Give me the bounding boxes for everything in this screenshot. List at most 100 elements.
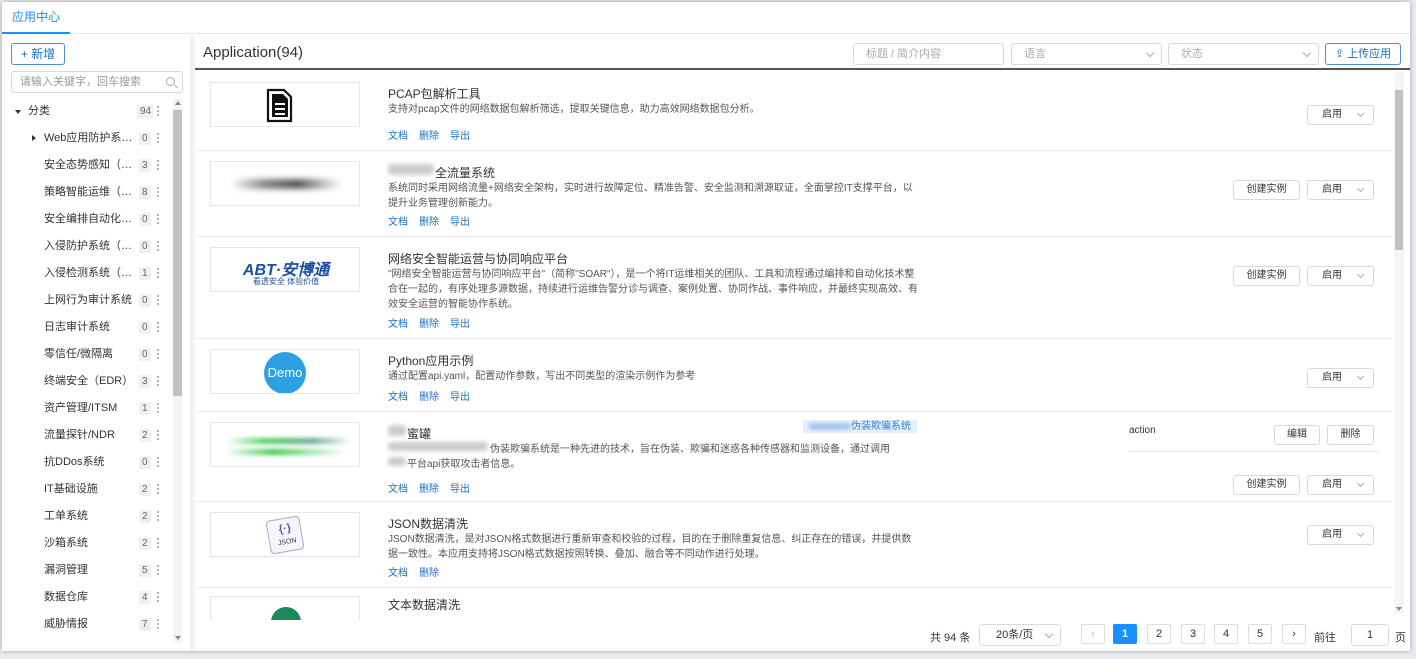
new-category-button[interactable]: + 新增 (11, 43, 65, 65)
export-link[interactable]: 导出 (450, 217, 470, 228)
prev-page-button[interactable]: ‹ (1081, 624, 1105, 644)
more-vertical-icon[interactable] (157, 509, 160, 523)
tree-item[interactable]: 日志审计系统 0 (2, 314, 170, 341)
page-button-2[interactable]: 2 (1147, 624, 1171, 644)
export-link[interactable]: 导出 (450, 131, 470, 142)
delete-button[interactable]: 删除 (1327, 425, 1374, 445)
tree-item[interactable]: 抗DDos系统 0 (2, 449, 170, 476)
export-link[interactable]: 导出 (450, 484, 470, 495)
delete-link[interactable]: 删除 (419, 319, 439, 330)
tree-item[interactable]: 数据仓库 4 (2, 584, 170, 611)
app-name[interactable]: 网络安全智能运营与协同响应平台 (388, 250, 568, 267)
doc-link[interactable]: 文档 (388, 319, 408, 330)
app-name[interactable]: 全流量系统 (435, 164, 495, 181)
export-link[interactable]: 导出 (450, 392, 470, 403)
category-search-input[interactable]: 请输入关键字，回车搜索 (11, 71, 183, 93)
enable-select[interactable]: 启用 (1307, 368, 1374, 388)
more-vertical-icon[interactable] (157, 293, 160, 307)
app-name[interactable]: 文本数据清洗 (388, 596, 460, 613)
create-instance-button[interactable]: 创建实例 (1233, 266, 1300, 286)
enable-select[interactable]: 启用 (1307, 105, 1374, 125)
more-vertical-icon[interactable] (157, 212, 160, 226)
upload-app-button[interactable]: ⇪ 上传应用 (1325, 43, 1401, 65)
app-name[interactable]: JSON数据清洗 (388, 515, 468, 532)
tree-item[interactable]: 威胁情报 7 (2, 611, 170, 638)
tree-item[interactable]: 入侵检测系统（ID… 1 (2, 260, 170, 287)
more-vertical-icon[interactable] (157, 617, 160, 631)
more-vertical-icon[interactable] (157, 131, 160, 145)
doc-link[interactable]: 文档 (388, 484, 408, 495)
more-vertical-icon[interactable] (157, 590, 160, 604)
tree-item[interactable]: 零信任/微隔离 0 (2, 341, 170, 368)
more-vertical-icon[interactable] (157, 239, 160, 253)
create-instance-button[interactable]: 创建实例 (1233, 180, 1300, 200)
export-link[interactable]: 导出 (450, 319, 470, 330)
list-scroll-thumb[interactable] (1395, 90, 1403, 250)
scroll-down-icon[interactable] (175, 636, 181, 640)
delete-link[interactable]: 删除 (419, 131, 439, 142)
doc-link[interactable]: 文档 (388, 392, 408, 403)
tree-item[interactable]: 沙箱系统 2 (2, 530, 170, 557)
doc-link[interactable]: 文档 (388, 568, 408, 579)
delete-link[interactable]: 删除 (419, 217, 439, 228)
more-vertical-icon[interactable] (157, 428, 160, 442)
tree-item[interactable]: Web应用防护系统… 0 (2, 125, 170, 152)
tree-item[interactable]: IT基础设施 2 (2, 476, 170, 503)
edit-button[interactable]: 编辑 (1274, 425, 1320, 445)
enable-select[interactable]: 启用 (1307, 180, 1374, 200)
search-icon[interactable] (166, 77, 175, 86)
delete-link[interactable]: 删除 (419, 568, 439, 579)
tree-item[interactable]: 上网行为审计系统 0 (2, 287, 170, 314)
tree-root-category[interactable]: 分类 94 (2, 98, 170, 125)
scroll-up-icon[interactable] (175, 101, 181, 105)
more-vertical-icon[interactable] (157, 374, 160, 388)
more-vertical-icon[interactable] (157, 482, 160, 496)
delete-link[interactable]: 删除 (419, 484, 439, 495)
tree-item[interactable]: 资产管理/ITSM 1 (2, 395, 170, 422)
enable-select[interactable]: 启用 (1307, 266, 1374, 286)
more-vertical-icon[interactable] (157, 563, 160, 577)
sidebar-scroll-thumb[interactable] (173, 110, 182, 396)
enable-select[interactable]: 启用 (1307, 525, 1374, 545)
scroll-down-icon[interactable] (1396, 607, 1402, 611)
status-select[interactable]: 状态 (1168, 43, 1319, 65)
app-name[interactable]: 蜜罐 (407, 425, 431, 442)
page-button-1[interactable]: 1 (1113, 624, 1137, 644)
enable-select[interactable]: 启用 (1307, 475, 1374, 495)
tree-item[interactable]: 漏洞管理 5 (2, 557, 170, 584)
more-vertical-icon[interactable] (157, 158, 160, 172)
language-select[interactable]: 语言 (1011, 43, 1162, 65)
tree-item[interactable]: 流量探针/NDR 2 (2, 422, 170, 449)
more-vertical-icon[interactable] (157, 401, 160, 415)
create-instance-button[interactable]: 创建实例 (1233, 475, 1300, 495)
delete-link[interactable]: 删除 (419, 392, 439, 403)
next-page-button[interactable]: › (1282, 624, 1306, 644)
tree-item[interactable]: 终端安全（EDR） 3 (2, 368, 170, 395)
page-button-5[interactable]: 5 (1248, 624, 1272, 644)
tree-item[interactable]: 工单系统 2 (2, 503, 170, 530)
doc-link[interactable]: 文档 (388, 131, 408, 142)
tree-item[interactable]: 入侵防护系统（IP… 0 (2, 233, 170, 260)
caret-right-icon[interactable] (32, 135, 36, 141)
tree-item[interactable]: 安全编排自动化（… 0 (2, 206, 170, 233)
goto-page-input[interactable]: 1 (1351, 624, 1389, 646)
tree-item[interactable]: 安全态势感知（S… 3 (2, 152, 170, 179)
caret-down-icon[interactable] (15, 110, 21, 114)
more-vertical-icon[interactable] (157, 104, 160, 118)
app-name[interactable]: Python应用示例 (388, 352, 473, 369)
more-vertical-icon[interactable] (157, 536, 160, 550)
tree-item[interactable]: 策略智能运维（蟲… 8 (2, 179, 170, 206)
title-filter-input[interactable]: 标题 / 简介内容 (853, 43, 1004, 65)
doc-link[interactable]: 文档 (388, 217, 408, 228)
more-vertical-icon[interactable] (157, 266, 160, 280)
more-vertical-icon[interactable] (157, 320, 160, 334)
more-vertical-icon[interactable] (157, 455, 160, 469)
list-scrollbar[interactable] (1394, 72, 1404, 613)
app-name[interactable]: PCAP包解析工具 (388, 85, 481, 102)
more-vertical-icon[interactable] (157, 185, 160, 199)
more-vertical-icon[interactable] (157, 347, 160, 361)
page-button-4[interactable]: 4 (1214, 624, 1238, 644)
page-size-select[interactable]: 20条/页 (979, 624, 1061, 646)
page-button-3[interactable]: 3 (1181, 624, 1205, 644)
sidebar-scrollbar[interactable] (173, 98, 182, 643)
